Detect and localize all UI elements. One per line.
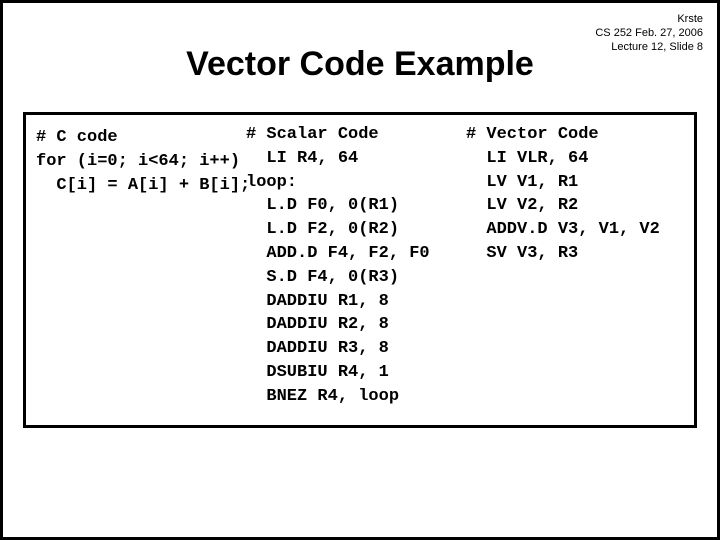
scalar-code-column: # Scalar Code LI R4, 64 loop: L.D F0, 0(…: [246, 123, 466, 409]
header-author: Krste: [595, 13, 703, 27]
code-comparison-box: # C code for (i=0; i<64; i++) C[i] = A[i…: [23, 112, 697, 428]
c-code-column: # C code for (i=0; i<64; i++) C[i] = A[i…: [36, 123, 246, 197]
header-course: CS 252 Feb. 27, 2006: [595, 27, 703, 41]
header-slide: Lecture 12, Slide 8: [595, 41, 703, 55]
slide-header: Krste CS 252 Feb. 27, 2006 Lecture 12, S…: [595, 13, 703, 54]
vector-code-column: # Vector Code LI VLR, 64 LV V1, R1 LV V2…: [466, 123, 684, 266]
